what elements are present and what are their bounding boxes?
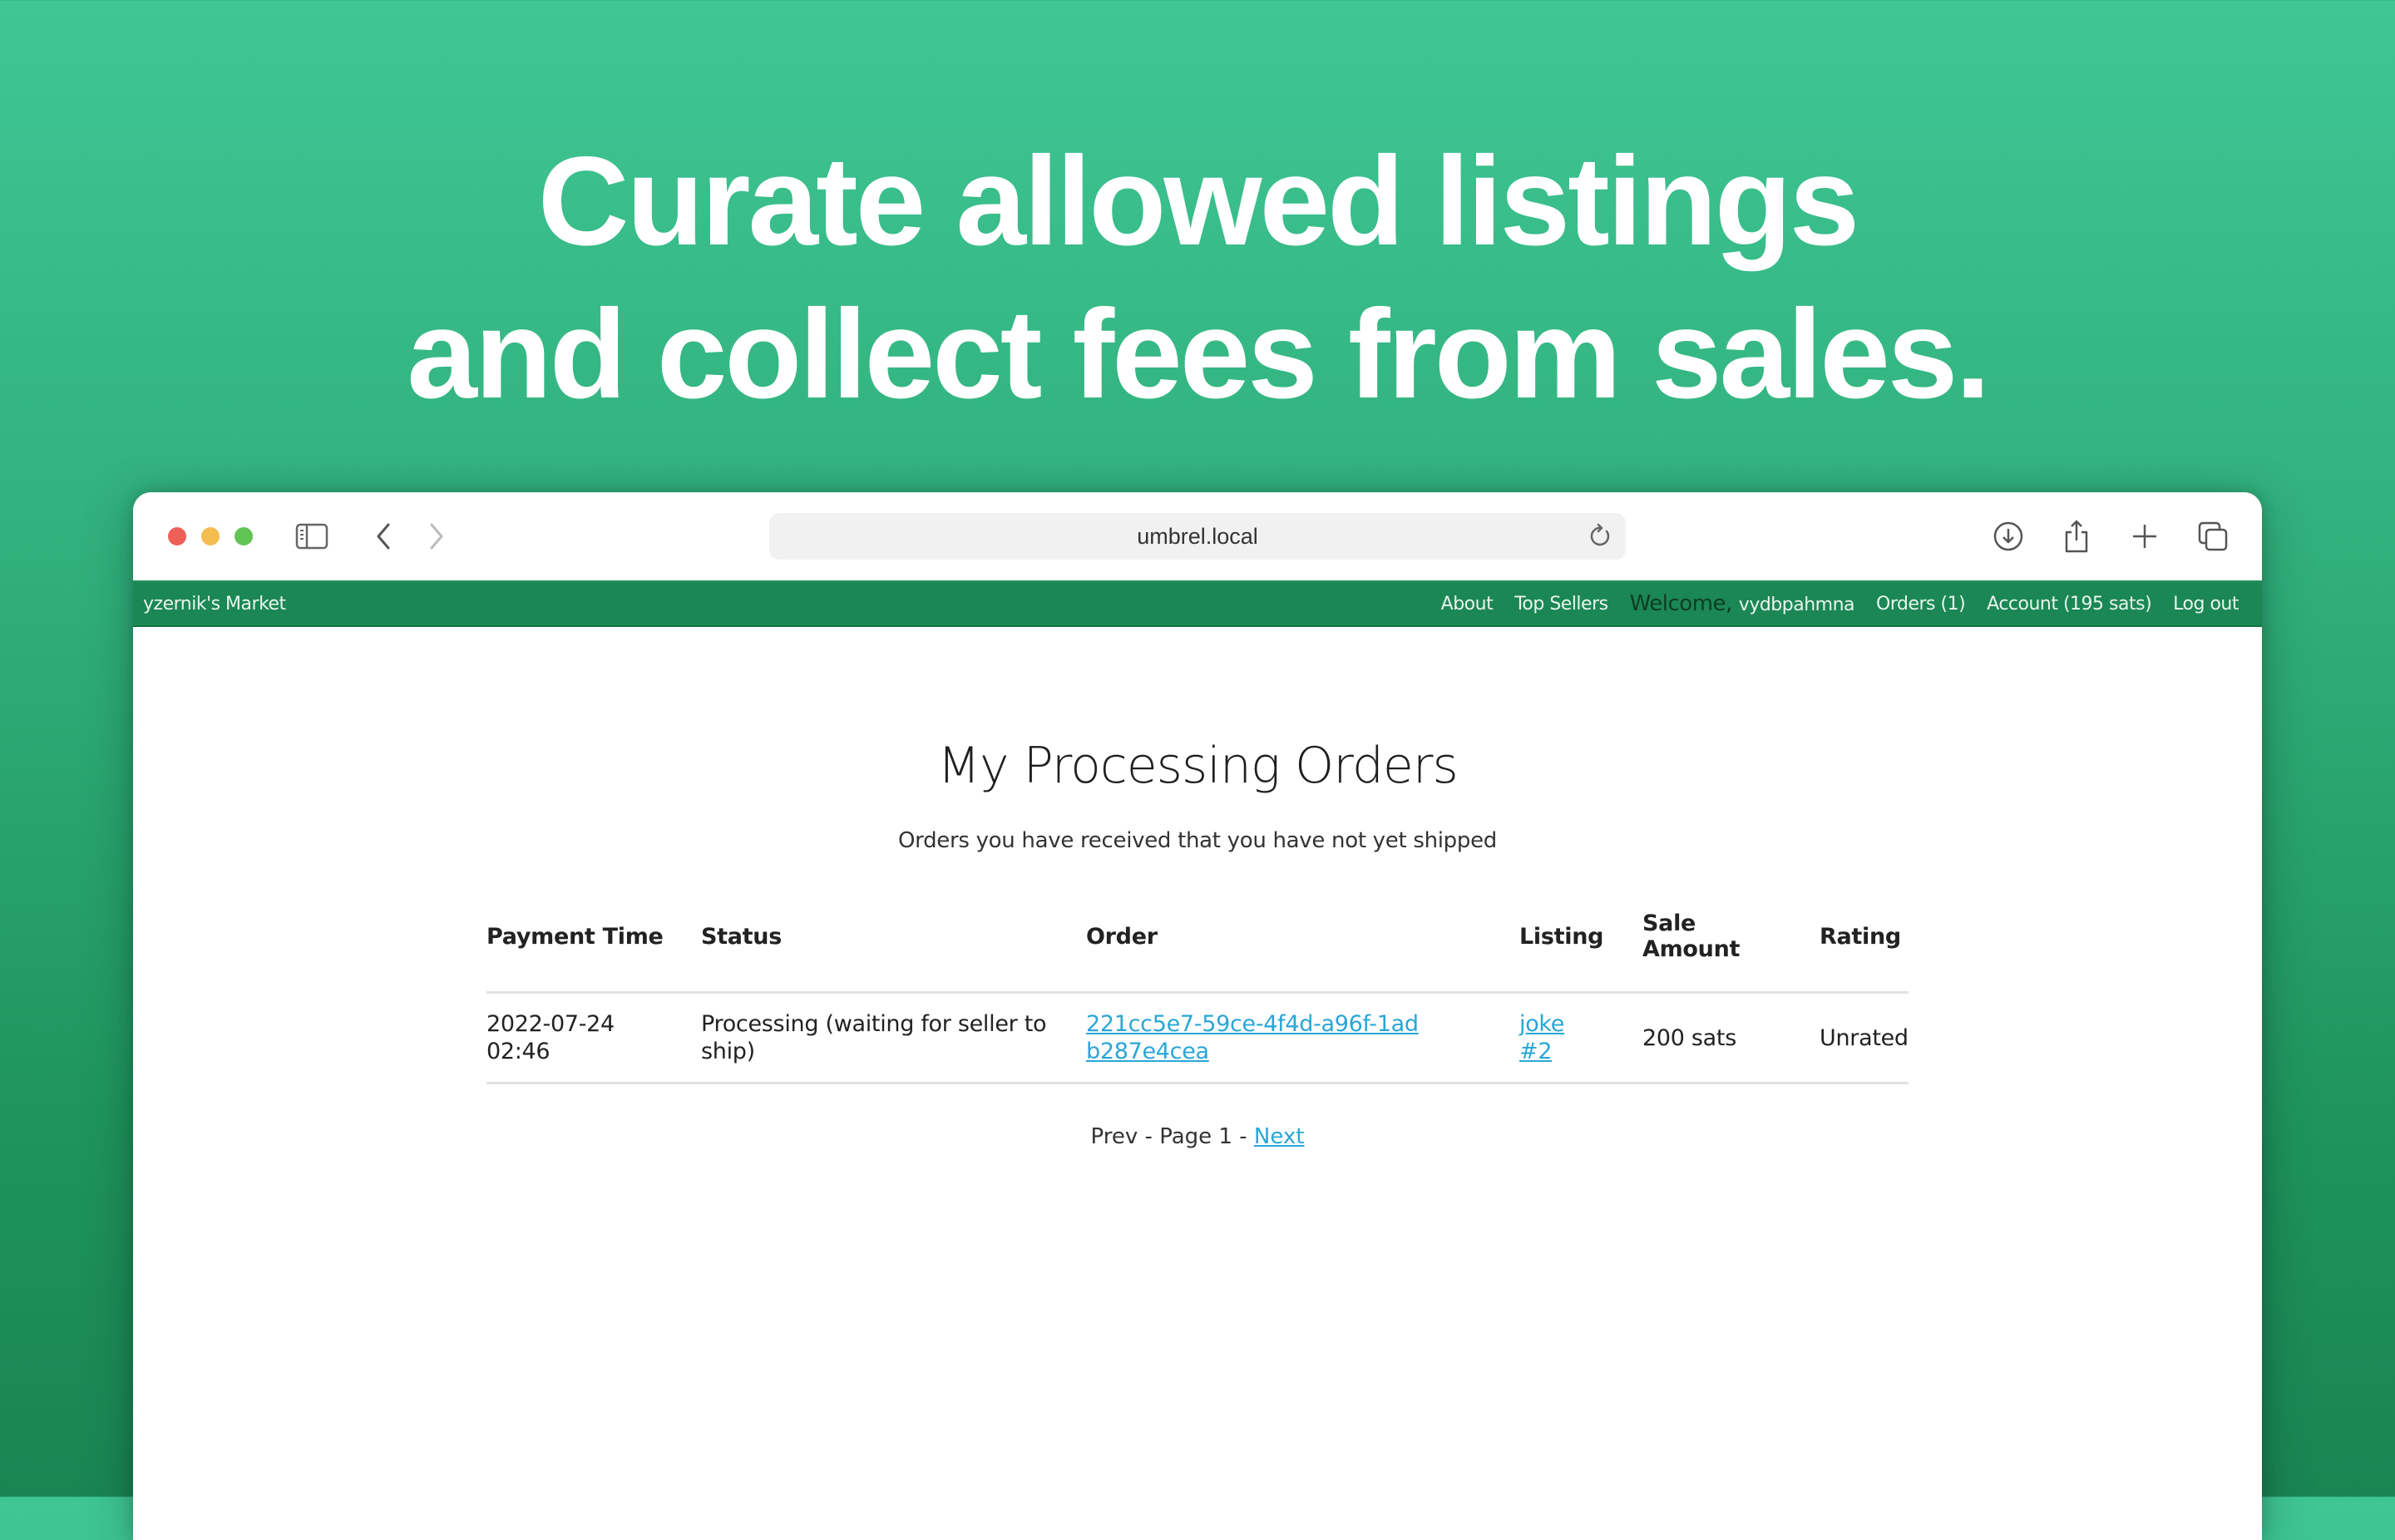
nav-orders-link[interactable]: Orders (1) xyxy=(1876,594,1966,615)
back-icon[interactable] xyxy=(364,517,402,555)
header-order: Order xyxy=(1086,906,1519,994)
minimize-window-button[interactable] xyxy=(201,527,220,545)
nav-account-link[interactable]: Account (195 sats) xyxy=(1987,594,2152,615)
zoom-window-button[interactable] xyxy=(235,527,253,545)
cell-rating: Unrated xyxy=(1820,992,1909,1084)
download-icon[interactable] xyxy=(1989,517,2027,555)
table-row: 2022-07-24 02:46 Processing (waiting for… xyxy=(486,992,1909,1084)
cell-sale-amount: 200 sats xyxy=(1642,992,1820,1084)
order-id-link[interactable]: 221cc5e7-59ce-4f4d-a96f-1adb287e4cea xyxy=(1086,1011,1419,1064)
site-brand-link[interactable]: yzernik's Market xyxy=(143,594,286,615)
nav-links: About Top Sellers Welcome, vydbpahmna Or… xyxy=(1441,591,2239,616)
welcome-message: Welcome, vydbpahmna xyxy=(1629,591,1855,616)
pagination: Prev - Page 1 - Next xyxy=(1090,1124,1305,1149)
window-controls xyxy=(168,527,253,545)
url-text: umbrel.local xyxy=(1137,523,1258,549)
new-tab-icon[interactable] xyxy=(2126,517,2164,555)
pagination-current-page: Page 1 xyxy=(1159,1124,1232,1149)
pagination-next-link[interactable]: Next xyxy=(1254,1124,1305,1149)
welcome-label: Welcome, xyxy=(1629,591,1733,616)
headline-line-1: Curate allowed listings xyxy=(537,131,1859,272)
nav-logout-link[interactable]: Log out xyxy=(2173,594,2239,615)
address-bar[interactable]: umbrel.local xyxy=(769,513,1626,560)
cell-status: Processing (waiting for seller to ship) xyxy=(701,992,1086,1084)
tabs-overview-icon[interactable] xyxy=(2194,517,2232,555)
headline-line-2: and collect fees from sales. xyxy=(407,284,1990,425)
table-header-row: Payment Time Status Order Listing Sale A… xyxy=(486,906,1909,994)
header-status: Status xyxy=(701,906,1086,994)
orders-table: Payment Time Status Order Listing Sale A… xyxy=(486,906,1909,1084)
forward-icon[interactable] xyxy=(417,517,456,555)
header-payment-time: Payment Time xyxy=(486,906,701,994)
cell-listing: joke #2 xyxy=(1519,992,1642,1084)
marketing-headline: Curate allowed listings and collect fees… xyxy=(0,125,2395,431)
browser-toolbar: umbrel.local xyxy=(133,492,2262,580)
page-subtitle: Orders you have received that you have n… xyxy=(898,828,1497,853)
nav-username-link[interactable]: vydbpahmna xyxy=(1739,595,1855,615)
close-window-button[interactable] xyxy=(168,527,186,545)
header-rating: Rating xyxy=(1820,906,1909,994)
sidebar-icon[interactable] xyxy=(293,517,331,555)
main-content: My Processing Orders Orders you have rec… xyxy=(133,627,2262,1149)
browser-window: umbrel.local yzernik's Market About Top … xyxy=(133,492,2262,1540)
reload-icon[interactable] xyxy=(1584,520,1617,559)
header-listing: Listing xyxy=(1519,906,1642,994)
cell-payment-time: 2022-07-24 02:46 xyxy=(486,992,701,1084)
share-icon[interactable] xyxy=(2057,517,2096,555)
header-sale-amount: Sale Amount xyxy=(1642,906,1820,994)
nav-top-sellers-link[interactable]: Top Sellers xyxy=(1514,594,1608,615)
site-navbar: yzernik's Market About Top Sellers Welco… xyxy=(133,580,2262,627)
page-title: My Processing Orders xyxy=(937,737,1459,795)
nav-about-link[interactable]: About xyxy=(1441,594,1494,615)
cell-order: 221cc5e7-59ce-4f4d-a96f-1adb287e4cea xyxy=(1086,992,1519,1084)
listing-link[interactable]: joke #2 xyxy=(1519,1011,1564,1064)
pagination-prev: Prev xyxy=(1090,1124,1138,1149)
